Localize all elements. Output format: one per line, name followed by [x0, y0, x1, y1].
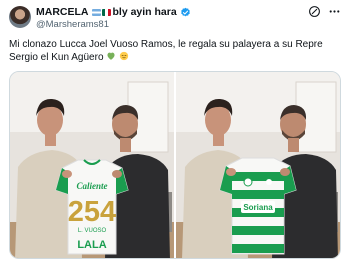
jersey-bottom-sponsor-text: LALA [77, 239, 106, 251]
tweet-text-line-2-text: Sergio el Kun Agüero [9, 52, 104, 63]
jersey-number-text: 254 [68, 196, 116, 228]
tweet-actions [308, 5, 341, 18]
tweet-text-line-2: Sergio el Kun Agüero [9, 51, 341, 64]
author-display-name[interactable]: MARCELA [36, 6, 89, 18]
flag-emojis [91, 8, 111, 16]
tweet-header: MARCELA bly ayin hara @Marsherams81 [9, 4, 341, 30]
jersey-sponsor-text: Caliente [77, 181, 108, 191]
author-handle[interactable]: @Marsherams81 [36, 19, 109, 30]
photo-2[interactable]: Soriana [176, 72, 340, 258]
photo-1[interactable]: Caliente 254 L. VUOSO LALA [10, 72, 174, 258]
tweet-text: Mi clonazo Lucca Joel Vuoso Ramos, le re… [9, 38, 341, 64]
mexico-flag-icon [101, 8, 111, 16]
tweet-text-line-1: Mi clonazo Lucca Joel Vuoso Ramos, le re… [9, 39, 323, 50]
photo-1-image: Caliente 254 L. VUOSO LALA [10, 72, 174, 258]
author-display-name-suffix[interactable]: bly ayin hara [113, 6, 177, 18]
relieved-face-icon [119, 51, 129, 61]
more-icon[interactable] [328, 5, 341, 18]
tweet-media[interactable]: Caliente 254 L. VUOSO LALA Soriana [9, 71, 341, 259]
argentina-flag-icon [91, 8, 101, 16]
jersey-front-sponsor-text: Soriana [243, 203, 273, 212]
tweet-card: MARCELA bly ayin hara @Marsherams81 Mi c… [0, 0, 350, 265]
photo-2-image: Soriana [176, 72, 340, 258]
grok-icon[interactable] [308, 5, 321, 18]
green-heart-icon [107, 52, 115, 60]
verified-badge-icon [180, 7, 190, 16]
avatar[interactable] [9, 6, 31, 28]
jersey-name-text: L. VUOSO [78, 228, 107, 234]
author-name-row[interactable]: MARCELA bly ayin hara [36, 6, 191, 18]
